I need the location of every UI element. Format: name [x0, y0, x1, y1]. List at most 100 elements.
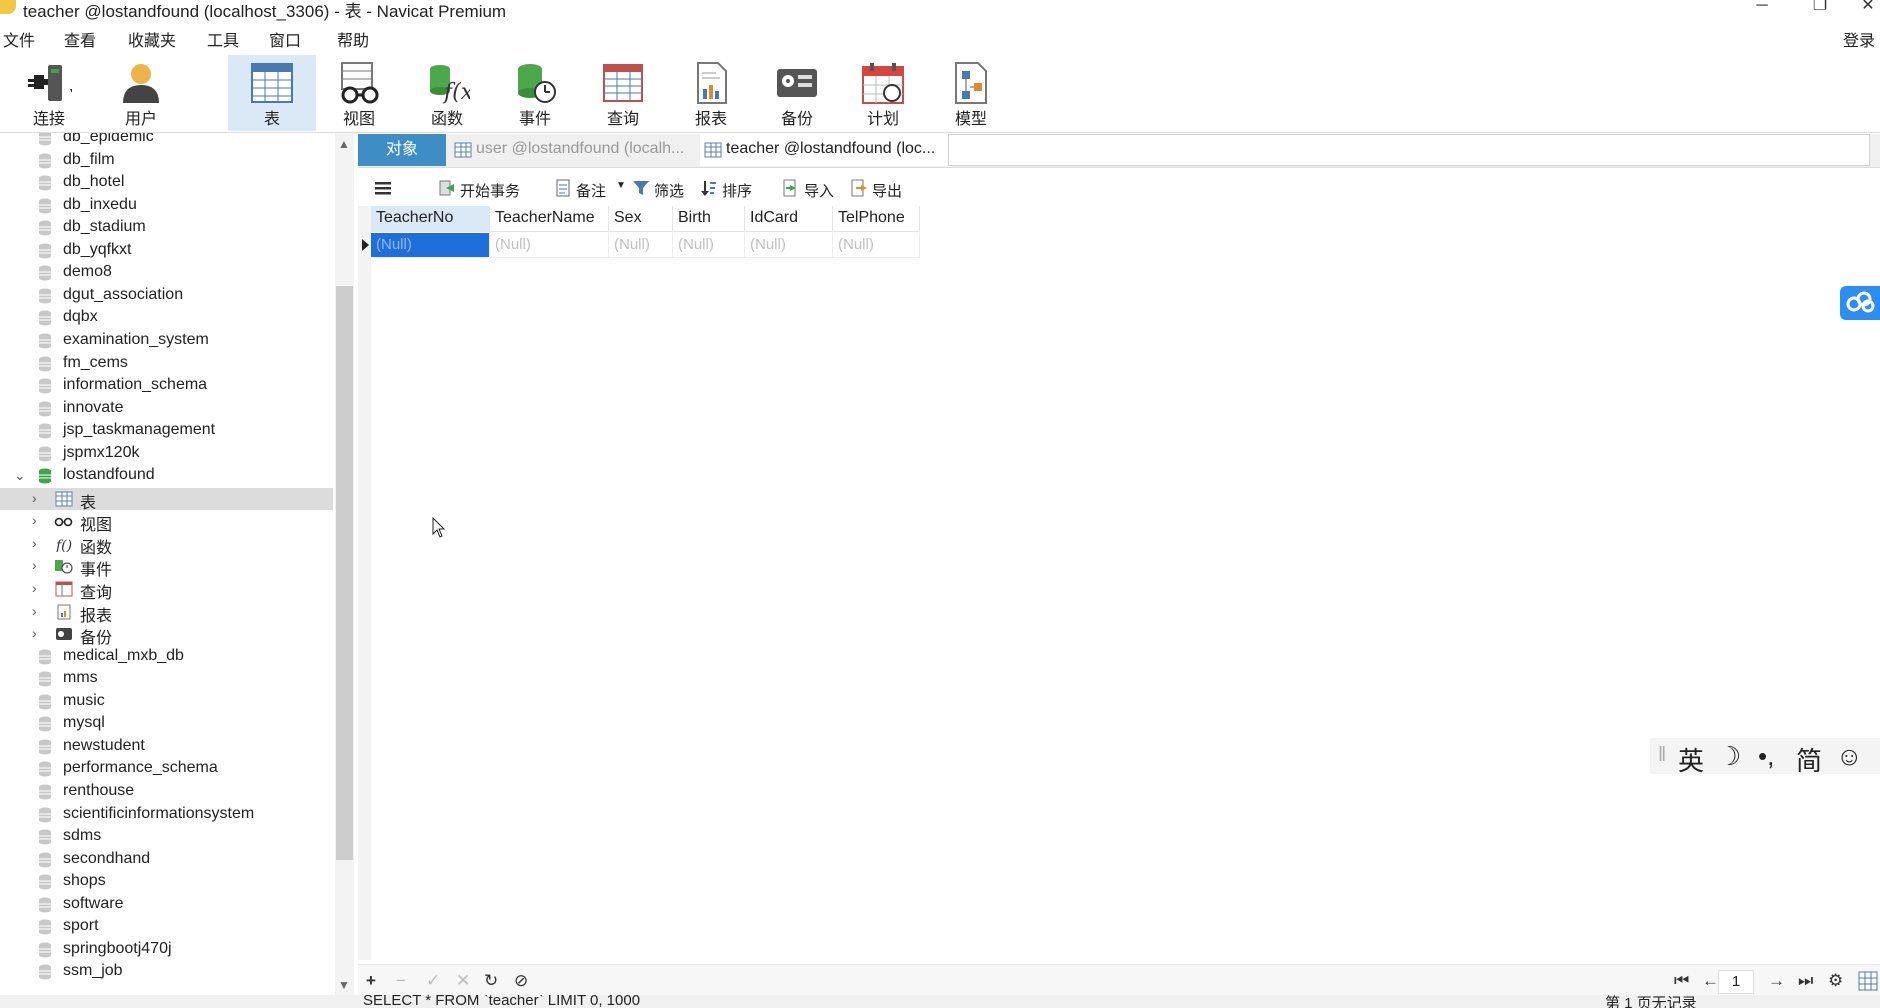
- scroll-down-icon[interactable]: ▼: [338, 978, 350, 992]
- toolbar-table-button[interactable]: 表: [228, 55, 316, 131]
- toolbar-model-button[interactable]: 模型: [928, 55, 1014, 131]
- tree-item-database[interactable]: newstudent: [0, 736, 333, 758]
- ime-emoji-button[interactable]: ☺: [1836, 741, 1863, 772]
- sort-button[interactable]: 排序: [700, 178, 760, 200]
- tree-item-database[interactable]: sdms: [0, 826, 333, 848]
- tree-item-database[interactable]: examination_system: [0, 330, 333, 352]
- tree-item-database[interactable]: jspmx120k: [0, 443, 333, 465]
- tree-scrollbar[interactable]: ▲ ▼: [335, 133, 354, 995]
- tree-item-database[interactable]: db_stadium: [0, 217, 333, 239]
- close-button[interactable]: ✕: [1856, 0, 1880, 18]
- tree-item-database[interactable]: db_hotel: [0, 172, 333, 194]
- apply-check-icon[interactable]: ✓: [426, 971, 440, 991]
- tree-item-database[interactable]: db_film: [0, 150, 333, 172]
- tree-item-database[interactable]: fm_cems: [0, 353, 333, 375]
- tree-item-database[interactable]: sport: [0, 916, 333, 938]
- ime-drag-handle[interactable]: ‖: [1658, 744, 1666, 767]
- toolbar-user-button[interactable]: 用户: [98, 55, 184, 131]
- tree-item-table[interactable]: › 表: [0, 487, 333, 512]
- tree-item-open-database[interactable]: lostandfound ⌄: [0, 465, 333, 487]
- tree-item-event-clock[interactable]: › 事件: [0, 555, 333, 579]
- stop-icon[interactable]: ⊘: [514, 971, 528, 991]
- tree-item-backup[interactable]: › 备份: [0, 623, 333, 647]
- menu-tools[interactable]: 工具: [207, 27, 239, 51]
- login-link[interactable]: 登录: [1843, 27, 1875, 51]
- add-record-icon[interactable]: +: [366, 971, 376, 991]
- chevron-right-icon[interactable]: ›: [32, 580, 37, 596]
- minimize-button[interactable]: ─: [1742, 0, 1782, 18]
- tree-scroll-thumb[interactable]: [336, 286, 353, 860]
- menu-favorites[interactable]: 收藏夹: [128, 27, 176, 51]
- tree-item-database[interactable]: software: [0, 894, 333, 916]
- tree-item-database[interactable]: scientificinformationsystem: [0, 804, 333, 826]
- tree-item-database[interactable]: ssm_job: [0, 961, 333, 983]
- chevron-right-icon[interactable]: ›: [32, 603, 37, 619]
- tree-item-function[interactable]: › f() 函数: [0, 533, 333, 557]
- prev-page-icon[interactable]: ←: [1702, 971, 1719, 991]
- tree-item-database[interactable]: demo8: [0, 262, 333, 284]
- tab-user-table[interactable]: user @lostandfound (localh...: [450, 134, 698, 166]
- chevron-right-icon[interactable]: ›: [32, 625, 37, 641]
- tree-item-database[interactable]: springbootj470j: [0, 939, 333, 961]
- toolbar-report-button[interactable]: 报表: [668, 55, 754, 131]
- filter-button[interactable]: 筛选: [632, 178, 692, 200]
- tree-item-query[interactable]: › 查询: [0, 578, 333, 602]
- menu-help[interactable]: 帮助: [337, 27, 369, 51]
- next-page-icon[interactable]: →: [1768, 971, 1785, 991]
- memo-dropdown-icon[interactable]: ▼: [616, 180, 626, 191]
- chevron-right-icon[interactable]: ›: [32, 490, 37, 506]
- chevron-down-icon[interactable]: ⌄: [14, 467, 26, 484]
- table-cell[interactable]: (Null): [490, 233, 609, 258]
- column-header[interactable]: TeacherName: [490, 206, 609, 232]
- memo-button[interactable]: 备注 ▼: [554, 178, 636, 200]
- tree-item-database[interactable]: mms: [0, 668, 333, 690]
- toolbar-backup-button[interactable]: 备份: [754, 55, 840, 131]
- toolbar-connect-button[interactable]: 连接: [4, 55, 94, 131]
- menu-window[interactable]: 窗口: [269, 27, 301, 51]
- tree-item-database[interactable]: information_schema: [0, 375, 333, 397]
- chevron-right-icon[interactable]: ›: [32, 557, 37, 573]
- tree-item-database[interactable]: performance_schema: [0, 758, 333, 780]
- scroll-up-icon[interactable]: ▲: [338, 137, 350, 151]
- tab-objects[interactable]: 对象: [358, 134, 446, 166]
- chevron-right-icon[interactable]: ›: [32, 535, 37, 551]
- grid-view-icon[interactable]: [1858, 971, 1878, 991]
- page-number-input[interactable]: 1: [1718, 970, 1754, 994]
- toolbar-query-button[interactable]: 查询: [580, 55, 666, 131]
- menu-file[interactable]: 文件: [3, 27, 35, 51]
- first-page-icon[interactable]: ⏮: [1674, 971, 1689, 991]
- column-header[interactable]: Birth: [673, 206, 745, 232]
- toolbar-schedule-button[interactable]: 计划: [840, 55, 926, 131]
- tree-item-view-glasses[interactable]: › 视图: [0, 510, 333, 534]
- tree-item-database[interactable]: secondhand: [0, 849, 333, 871]
- tree-item-database[interactable]: dgut_association: [0, 285, 333, 307]
- toolbar-function-button[interactable]: f(x) 函数: [404, 55, 490, 131]
- table-cell[interactable]: (Null): [745, 233, 833, 258]
- table-cell[interactable]: (Null): [833, 233, 920, 258]
- tree-item-database[interactable]: db_inxedu: [0, 195, 333, 217]
- menu-view[interactable]: 查看: [64, 27, 96, 51]
- ime-lang-toggle[interactable]: 英: [1678, 741, 1704, 778]
- last-page-icon[interactable]: ⏭: [1798, 971, 1813, 991]
- chevron-right-icon[interactable]: ›: [32, 512, 37, 528]
- ime-simplified-toggle[interactable]: 简: [1796, 741, 1822, 778]
- tree-item-database[interactable]: jsp_taskmanagement: [0, 420, 333, 442]
- begin-transaction-button[interactable]: 开始事务: [438, 178, 530, 200]
- settings-gear-icon[interactable]: ⚙: [1828, 971, 1843, 991]
- tree-item-database[interactable]: music: [0, 691, 333, 713]
- column-header[interactable]: Sex: [609, 206, 673, 232]
- tree-item-database[interactable]: shops: [0, 871, 333, 893]
- table-cell[interactable]: (Null): [673, 233, 745, 258]
- tree-item-database[interactable]: medical_mxb_db: [0, 646, 333, 668]
- import-button[interactable]: 导入: [782, 178, 842, 200]
- restore-button[interactable]: ❐: [1800, 0, 1840, 18]
- table-cell[interactable]: (Null): [371, 233, 490, 258]
- tree-item-database[interactable]: dqbx: [0, 307, 333, 329]
- column-header[interactable]: IdCard: [745, 206, 833, 232]
- tree-item-database[interactable]: innovate: [0, 398, 333, 420]
- table-cell[interactable]: (Null): [609, 233, 673, 258]
- toolbar-event-button[interactable]: 事件: [492, 55, 578, 131]
- tree-item-report[interactable]: › 报表: [0, 601, 333, 625]
- tree-item-database[interactable]: db_epidemic: [0, 133, 333, 149]
- tree-item-database[interactable]: renthouse: [0, 781, 333, 803]
